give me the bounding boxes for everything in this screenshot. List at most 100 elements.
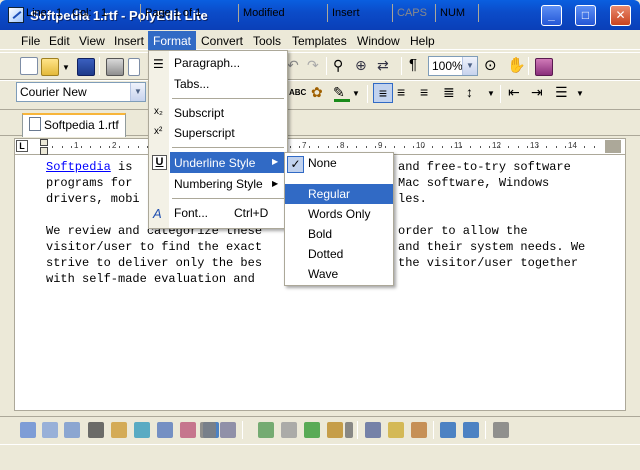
insert-columns-icon[interactable] — [64, 422, 80, 438]
align-right-icon[interactable]: ≡ — [420, 84, 428, 100]
tab-stop-selector[interactable]: L — [16, 140, 28, 152]
font-select[interactable]: Courier New ▼ — [16, 82, 146, 102]
ruler-tick — [347, 146, 348, 148]
ruler-tick — [423, 146, 424, 148]
document-icon — [29, 117, 41, 131]
redo-icon[interactable]: ↷ — [307, 57, 319, 74]
underline-option-bold[interactable]: Bold — [308, 224, 332, 244]
insert-symbol-icon[interactable] — [88, 422, 104, 438]
refresh-icon[interactable] — [304, 422, 320, 438]
find-next-icon[interactable]: ⊕ — [355, 57, 367, 74]
spell-check-icon[interactable]: ABC — [289, 88, 306, 97]
open-folder-icon[interactable] — [41, 58, 59, 76]
insert-object-icon[interactable] — [134, 422, 150, 438]
export-icon[interactable] — [463, 422, 479, 438]
menu-tools[interactable]: Tools — [248, 31, 286, 51]
menu-edit[interactable]: Edit — [44, 31, 75, 51]
zoom-icon[interactable]: ⊙ — [484, 56, 497, 74]
menu-format[interactable]: Format — [148, 31, 197, 51]
line-spacing-dropdown-icon[interactable]: ▼ — [487, 89, 495, 98]
menu-separator — [172, 147, 284, 148]
menu-item-font[interactable]: Font... — [174, 203, 208, 223]
menu-item-superscript[interactable]: Superscript — [174, 123, 235, 143]
insert-shape-icon[interactable] — [157, 422, 173, 438]
ruler-tick — [470, 146, 471, 148]
print-icon[interactable] — [106, 58, 124, 76]
menu-item-numbering-style[interactable]: Numbering Style — [174, 174, 263, 194]
left-indent-marker[interactable] — [40, 147, 48, 155]
menu-file[interactable]: File — [16, 31, 45, 51]
menu-separator — [172, 98, 284, 99]
status-col-label: Col: — [72, 7, 92, 19]
menu-item-tabs[interactable]: Tabs... — [174, 74, 209, 94]
underline-option-wave[interactable]: Wave — [308, 264, 338, 284]
menu-templates[interactable]: Templates — [287, 31, 352, 51]
ruler-tick — [489, 146, 490, 148]
open-dropdown-icon[interactable]: ▼ — [62, 63, 70, 72]
undo-icon[interactable]: ↶ — [287, 57, 299, 74]
insert-field-icon[interactable] — [20, 422, 36, 438]
notes-icon[interactable] — [388, 422, 404, 438]
ruler-tick — [394, 146, 395, 148]
book-icon[interactable] — [535, 58, 553, 76]
status-page: Page 1 of 1 — [140, 4, 232, 22]
properties-icon[interactable] — [281, 422, 297, 438]
underline-option-dotted[interactable]: Dotted — [308, 244, 343, 264]
ruler-tick — [309, 146, 310, 148]
softpedia-link[interactable]: Softpedia — [46, 160, 111, 174]
decrease-indent-icon[interactable]: ⇤ — [508, 84, 520, 101]
ruler-tick — [413, 146, 414, 148]
insert-image-icon[interactable] — [111, 422, 127, 438]
save-icon[interactable] — [77, 58, 95, 76]
status-insert: Insert — [327, 4, 389, 22]
first-line-indent-marker[interactable] — [40, 139, 48, 146]
align-justify-icon[interactable]: ≣ — [443, 84, 455, 101]
highlight-icon[interactable]: ✿ — [311, 84, 323, 101]
underline-option-regular[interactable]: Regular — [308, 184, 350, 204]
insert-page-break-icon[interactable] — [200, 422, 216, 438]
tab-label: Softpedia 1.rtf — [44, 118, 119, 132]
templates-icon[interactable] — [258, 422, 274, 438]
menu-help[interactable]: Help — [405, 31, 440, 51]
insert-table-icon[interactable] — [42, 422, 58, 438]
show-formatting-icon[interactable]: ¶ — [409, 56, 417, 73]
menu-convert[interactable]: Convert — [196, 31, 248, 51]
insert-line-numbers-icon[interactable] — [220, 422, 236, 438]
menu-item-subscript[interactable]: Subscript — [174, 103, 224, 123]
line-spacing-icon[interactable]: ↕ — [466, 84, 473, 100]
ruler-tick — [52, 146, 53, 148]
doc-line-1: Softpedia is — [46, 160, 140, 174]
ruler-tick — [404, 146, 405, 148]
bullets-dropdown-icon[interactable]: ▼ — [576, 89, 584, 98]
increase-indent-icon[interactable]: ⇥ — [531, 84, 543, 101]
print-preview-icon[interactable] — [128, 58, 140, 76]
underline-option-none[interactable]: None — [308, 153, 337, 173]
chevron-down-icon[interactable]: ▼ — [130, 83, 145, 101]
hand-icon[interactable]: ✋ — [507, 56, 526, 74]
menu-item-paragraph[interactable]: Paragraph... — [174, 53, 240, 73]
doc-line-2b: Mac software, Windows — [398, 176, 550, 190]
color-dropdown-icon[interactable]: ▼ — [352, 89, 360, 98]
menu-insert[interactable]: Insert — [109, 31, 149, 51]
replace-icon[interactable]: ⇄ — [377, 57, 389, 74]
read-mode-icon[interactable] — [365, 422, 381, 438]
tools-icon[interactable] — [493, 422, 509, 438]
find-icon[interactable]: ⚲ — [333, 57, 343, 74]
zoom-select[interactable]: 100% ▼ — [428, 56, 478, 76]
bullets-icon[interactable]: ☰ — [555, 84, 568, 101]
align-left-icon[interactable]: ≡ — [373, 83, 393, 103]
macro-icon[interactable] — [327, 422, 343, 438]
toolbar-separator — [485, 421, 486, 439]
clipboard-icon[interactable] — [411, 422, 427, 438]
menu-item-underline-style[interactable]: Underline Style — [174, 153, 255, 173]
menu-view[interactable]: View — [74, 31, 110, 51]
ruler-tick — [584, 146, 585, 148]
macro-dropdown-icon[interactable] — [345, 422, 353, 438]
chevron-down-icon[interactable]: ▼ — [462, 57, 477, 75]
new-document-icon[interactable] — [20, 57, 38, 75]
import-icon[interactable] — [440, 422, 456, 438]
insert-chart-icon[interactable] — [180, 422, 196, 438]
align-center-icon[interactable]: ≡ — [397, 84, 405, 100]
underline-option-words-only[interactable]: Words Only — [308, 204, 370, 224]
menu-window[interactable]: Window — [352, 31, 405, 51]
